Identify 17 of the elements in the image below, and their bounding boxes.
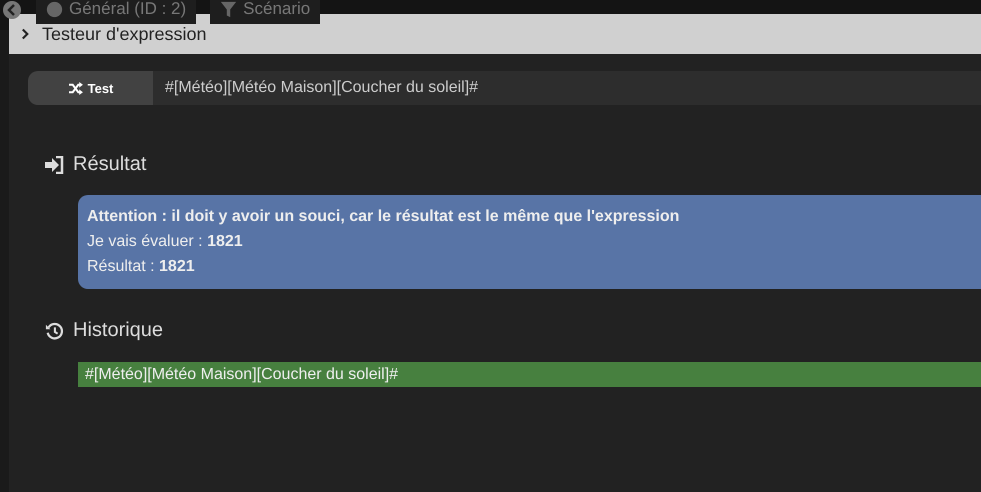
history-icon — [44, 322, 64, 340]
warning-text: Attention : il doit y avoir un souci, car le résultat est le même que l'expression — [87, 207, 680, 227]
history-item[interactable]: #[Météo][Météo Maison][Coucher du soleil]# — [78, 362, 981, 387]
result-line: Résultat : 1821 — [87, 257, 196, 277]
background-tab[interactable]: Scénario — [210, 0, 320, 24]
section-heading: Résultat — [73, 153, 146, 176]
chevron-right-icon[interactable] — [21, 28, 30, 40]
background-tab[interactable]: Général (ID : 2) — [36, 0, 196, 24]
modal-title: Testeur d'expression — [42, 24, 207, 44]
expression-field[interactable]: #[Météo][Météo Maison][Coucher du soleil]# — [153, 71, 981, 105]
test-button[interactable]: Test — [28, 71, 153, 105]
shuffle-icon — [68, 82, 83, 94]
back-icon[interactable] — [2, 0, 22, 20]
filter-icon — [220, 0, 238, 18]
section-heading: Historique — [73, 319, 164, 342]
result-line: Je vais évaluer : 1821 — [87, 232, 244, 252]
sign-in-icon — [44, 156, 64, 174]
